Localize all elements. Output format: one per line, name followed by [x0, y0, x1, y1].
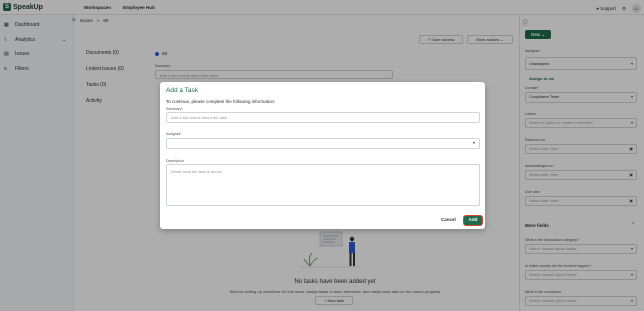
- task-summary-input[interactable]: Add a few words about the task: [166, 112, 480, 123]
- task-summary-label: Summary*: [166, 107, 183, 111]
- modal-subtitle: To continue, please complete the followi…: [166, 99, 276, 104]
- task-description-label: Description: [166, 159, 184, 163]
- task-assignee-select[interactable]: ▾: [166, 138, 480, 149]
- chevron-down-icon: ▾: [472, 140, 475, 145]
- task-description-textarea[interactable]: Detail what the task is about...: [166, 164, 480, 206]
- cancel-button[interactable]: Cancel: [441, 217, 456, 222]
- add-button[interactable]: Add: [463, 215, 483, 226]
- add-task-modal: Add a Task To continue, please complete …: [160, 82, 485, 229]
- task-assignee-label: Assignee: [166, 132, 181, 136]
- modal-title: Add a Task: [166, 87, 199, 94]
